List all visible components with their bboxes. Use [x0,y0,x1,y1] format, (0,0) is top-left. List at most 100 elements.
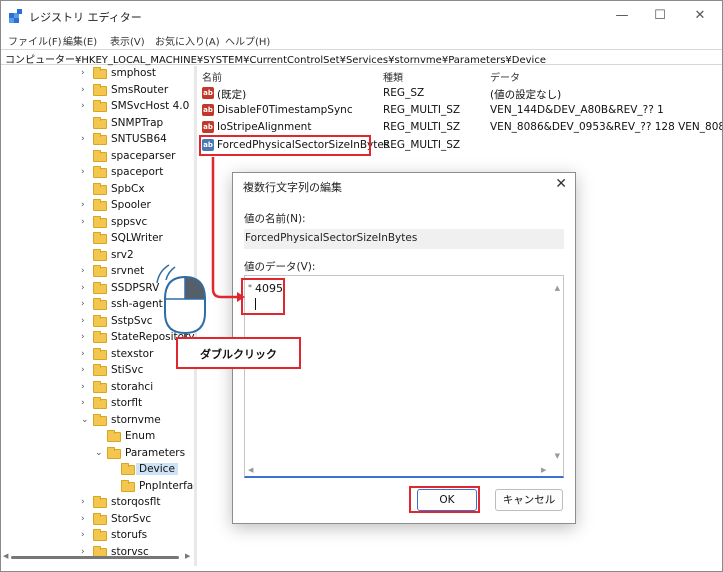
value-row[interactable]: ab (既定) REG_SZ (値の設定なし) [198,85,722,102]
scroll-up-icon[interactable]: ▲ [555,284,560,292]
chevron-right-icon[interactable]: › [81,200,91,210]
scroll-right-icon[interactable]: ▶ [541,466,546,474]
tree-scroll-left-icon[interactable]: ◀ [3,552,8,560]
value-type: REG_MULTI_SZ [383,121,461,133]
tree-item-label: SmsRouter [111,83,169,96]
pane-splitter[interactable] [194,66,197,566]
menu-edit[interactable]: 編集(E) [63,33,97,48]
tree-item-label: SpbCx [111,182,145,195]
chevron-right-icon[interactable]: › [81,497,91,507]
value-name: (既定) [217,89,247,101]
registry-key-tree[interactable]: › smphost › SmsRouter › SMSvcHost 4.0 SNMPTrap… [1,66,194,564]
chevron-right-icon[interactable]: › [81,85,91,95]
tree-item-label: SNMPTrap [111,116,164,129]
chevron-right-icon[interactable]: › [81,398,91,408]
minimize-button[interactable]: — [611,7,633,25]
chevron-right-icon[interactable]: › [81,316,91,326]
menu-file[interactable]: ファイル(F) [8,33,62,48]
value-data-highlight-frame [241,278,285,315]
scroll-left-icon[interactable]: ◀ [248,466,253,474]
chevron-right-icon[interactable]: › [81,382,91,392]
chevron-right-icon[interactable]: › [81,514,91,524]
menu-favorites[interactable]: お気に入り(A) [155,33,220,48]
value-row[interactable]: ab IoStripeAlignment REG_MULTI_SZ VEN_80… [198,119,722,136]
dialog-close-icon[interactable]: ✕ [555,176,567,192]
chevron-right-icon[interactable]: › [81,349,91,359]
maximize-button[interactable]: ☐ [649,7,671,25]
tree-item-label: Enum [125,430,156,442]
folder-icon [93,529,107,541]
tree-item-label: Parameters [125,446,186,459]
value-name: DisableF0TimestampSync [217,104,353,116]
tree-item-label: Spooler [111,199,151,211]
folder-icon [93,83,107,96]
chevron-right-icon[interactable]: › [81,217,91,227]
folder-icon [93,347,107,360]
value-data-textarea[interactable]: * 4095 ▲ ▼ ◀ ▶ [244,275,564,478]
value-data-label: 値のデータ(V): [244,261,316,273]
value-row[interactable]: ab DisableF0TimestampSync REG_MULTI_SZ V… [198,102,722,119]
value-data: VEN_144D&DEV_A80B&REV_?? 1 [490,104,664,116]
close-button[interactable]: ✕ [689,7,711,25]
chevron-right-icon[interactable]: › [81,283,91,293]
folder-icon [107,446,121,459]
folder-icon [93,397,107,409]
tree-item-label: StiSvc [111,364,144,376]
chevron-right-icon[interactable]: › [81,134,91,144]
string-value-icon: ab [202,87,214,99]
folder-icon [93,512,107,525]
chevron-down-icon[interactable]: ⌄ [81,415,91,425]
folder-icon [121,463,135,475]
folder-icon [93,380,107,393]
value-name-label: 値の名前(N): [244,213,306,225]
folder-icon [107,430,121,442]
folder-icon [93,166,107,178]
value-name-text: ForcedPhysicalSectorSizeInBytes [245,232,418,244]
tree-item-label: sppsvc [111,215,148,228]
string-value-icon: ab [202,104,214,116]
value-type: REG_MULTI_SZ [383,104,461,116]
chevron-down-icon[interactable]: ⌄ [95,448,105,458]
registry-editor-icon [9,9,22,23]
tree-item-label: SSDPSRV [111,281,160,294]
menu-view[interactable]: 表示(V) [110,33,145,48]
folder-icon [121,479,135,492]
folder-icon [93,496,107,508]
tree-item-label: SNTUSB64 [111,133,167,145]
scroll-down-icon[interactable]: ▼ [555,452,560,460]
folder-icon [93,331,107,343]
tree-item-label: storahci [111,380,154,393]
tree-item-label: StorSvc [111,512,152,525]
chevron-right-icon[interactable]: › [81,266,91,276]
chevron-right-icon[interactable]: › [81,365,91,375]
tree-item-label: ssh-agent [111,298,163,310]
tree-scroll-right-icon[interactable]: ▶ [185,552,190,560]
chevron-right-icon[interactable]: › [81,530,91,540]
tree-item-label: SstpSvc [111,314,153,327]
folder-icon [93,149,107,162]
address-bar[interactable]: コンピューター¥HKEY_LOCAL_MACHINE¥SYSTEM¥Curren… [1,49,722,66]
chevron-right-icon[interactable]: › [81,547,91,557]
chevron-right-icon[interactable]: › [81,68,91,78]
tree-item-label: spaceparser [111,149,176,162]
column-header-name[interactable]: 名前 [202,69,222,84]
chevron-right-icon[interactable]: › [81,167,91,177]
tree-horizontal-scrollbar[interactable] [11,556,179,559]
column-header-type[interactable]: 種類 [383,69,403,84]
value-type: REG_MULTI_SZ [383,139,461,151]
chevron-right-icon[interactable]: › [81,332,91,342]
folder-icon [93,199,107,211]
menu-help[interactable]: ヘルプ(H) [225,33,270,48]
callout-text: ダブルクリック [200,348,277,361]
ok-highlight-frame [409,486,480,513]
cancel-button[interactable]: キャンセル [495,489,563,511]
folder-icon [93,116,107,129]
column-header-data[interactable]: データ [490,69,520,84]
chevron-right-icon[interactable]: › [81,101,91,111]
value-data: VEN_8086&DEV_0953&REV_?? 128 VEN_8086&DE… [490,121,722,133]
chevron-right-icon[interactable]: › [81,299,91,309]
folder-icon [93,298,107,310]
folder-icon [93,182,107,195]
folder-icon [93,215,107,228]
window-title: レジストリ エディター [29,11,142,24]
